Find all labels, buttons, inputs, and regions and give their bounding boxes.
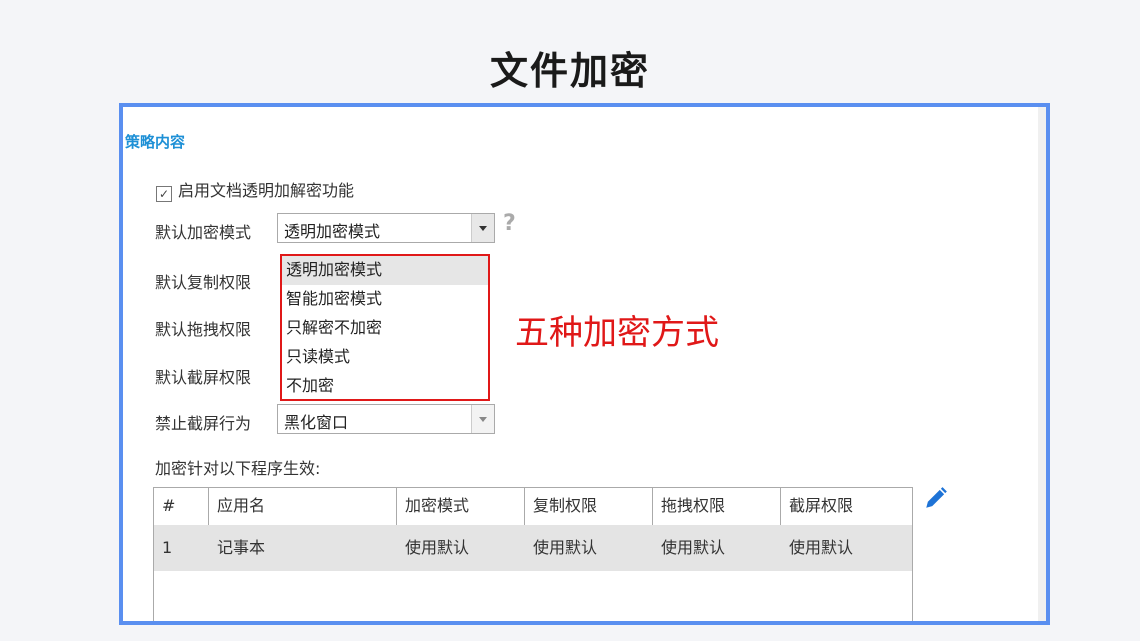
forbid-screenshot-value: 黑化窗口	[284, 413, 349, 432]
chevron-down-icon[interactable]	[471, 214, 494, 242]
row-app-name: 记事本	[217, 538, 266, 557]
help-icon[interactable]: ?	[503, 211, 516, 236]
dropdown-option-transparent[interactable]: 透明加密模式	[282, 256, 488, 285]
enable-encryption-label: 启用文档透明加解密功能	[178, 181, 355, 200]
dropdown-option-decrypt-only[interactable]: 只解密不加密	[282, 314, 488, 343]
default-encrypt-mode-value: 透明加密模式	[284, 222, 381, 241]
table-header: # 应用名 加密模式 复制权限 拖拽权限 截屏权限	[154, 488, 912, 526]
row-index: 1	[162, 538, 173, 557]
page-title: 文件加密	[489, 49, 650, 93]
dropdown-option-read-only[interactable]: 只读模式	[282, 343, 488, 372]
dropdown-option-no-encrypt[interactable]: 不加密	[282, 372, 488, 401]
chevron-down-icon[interactable]	[471, 405, 494, 433]
default-copy-label: 默认复制权限	[155, 273, 252, 292]
policy-panel: 策略内容 ✓ 启用文档透明加解密功能 默认加密模式 透明加密模式 ? 默认复制权限…	[119, 103, 1050, 625]
row-encrypt-mode: 使用默认	[405, 538, 470, 557]
header-encrypt-mode[interactable]: 加密模式	[397, 488, 525, 525]
encrypt-mode-dropdown[interactable]: 透明加密模式 智能加密模式 只解密不加密 只读模式 不加密	[280, 254, 490, 401]
header-drag-permission[interactable]: 拖拽权限	[653, 488, 781, 525]
row-drag-permission: 使用默认	[661, 538, 726, 557]
section-title: 策略内容	[125, 133, 186, 151]
programs-table: # 应用名 加密模式 复制权限 拖拽权限 截屏权限 1 记事本 使用默认 使用默…	[153, 487, 913, 621]
programs-label: 加密针对以下程序生效:	[155, 459, 321, 478]
header-index[interactable]: #	[154, 488, 209, 525]
default-drag-label: 默认拖拽权限	[155, 320, 252, 339]
annotation-text: 五种加密方式	[515, 313, 719, 353]
row-copy-permission: 使用默认	[533, 538, 598, 557]
default-encrypt-mode-label: 默认加密模式	[155, 223, 252, 242]
enable-encryption-checkbox[interactable]: ✓	[156, 186, 172, 202]
row-screenshot-permission: 使用默认	[789, 538, 854, 557]
header-screenshot-permission[interactable]: 截屏权限	[781, 488, 912, 525]
forbid-screenshot-select[interactable]: 黑化窗口	[277, 404, 495, 434]
default-encrypt-mode-select[interactable]: 透明加密模式	[277, 213, 495, 243]
forbid-screenshot-label: 禁止截屏行为	[155, 414, 252, 433]
header-app-name[interactable]: 应用名	[209, 488, 397, 525]
pencil-icon[interactable]	[923, 485, 949, 511]
enable-encryption-row[interactable]: ✓ 启用文档透明加解密功能	[156, 177, 354, 202]
dropdown-option-smart[interactable]: 智能加密模式	[282, 285, 488, 314]
table-row[interactable]: 1 记事本 使用默认 使用默认 使用默认 使用默认	[154, 525, 912, 571]
panel-scrollbar[interactable]	[1038, 107, 1046, 621]
header-copy-permission[interactable]: 复制权限	[525, 488, 653, 525]
default-screenshot-label: 默认截屏权限	[155, 368, 252, 387]
